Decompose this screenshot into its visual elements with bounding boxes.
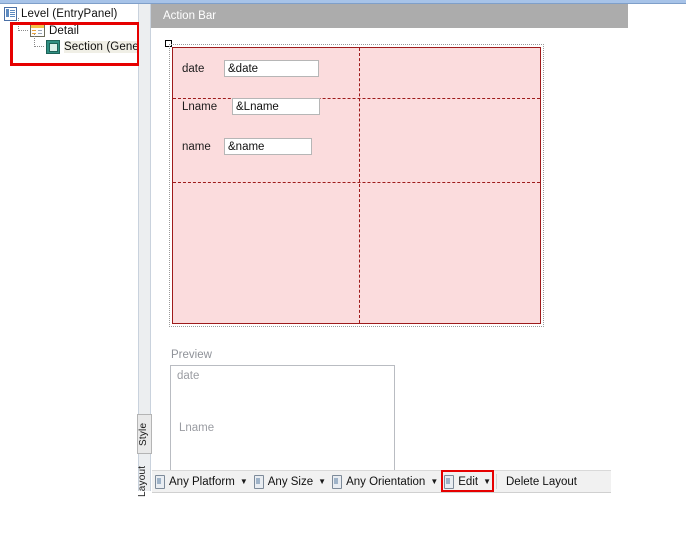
tab-layout[interactable]: Layout <box>137 459 152 503</box>
preview-panel: date Lname <box>170 365 395 476</box>
section-icon <box>46 39 60 54</box>
toolbar-item-label: Delete Layout <box>506 475 577 488</box>
tree-connector-icon <box>18 18 30 37</box>
field-value[interactable]: &name <box>224 138 312 155</box>
tree-node-label: Detail <box>49 24 80 37</box>
level-icon <box>4 6 17 21</box>
layout-grid-wrapper[interactable]: date &date Lname &Lname name &name <box>165 40 544 327</box>
field-label: Lname <box>182 100 218 113</box>
device-icon <box>253 474 264 489</box>
form-field-date[interactable]: date &date <box>182 60 319 77</box>
object-tree-panel: Level (EntryPanel) Detail Section (Gener… <box>0 4 150 491</box>
layout-grid-outer: date &date Lname &Lname name &name <box>169 44 544 327</box>
toolbar-any-orientation[interactable]: Any Orientation ▼ <box>329 472 441 491</box>
tree-node-label: Section (Genera <box>64 40 150 53</box>
chevron-down-icon[interactable]: ▼ <box>430 477 438 486</box>
layout-toolbar: Any Platform ▼ Any Size ▼ Any Orientatio… <box>152 470 611 493</box>
toolbar-delete-layout[interactable]: Delete Layout <box>499 472 580 491</box>
toolbar-edit[interactable]: Edit ▼ <box>441 470 494 492</box>
tree-node-level[interactable]: Level (EntryPanel) <box>4 6 117 21</box>
layout-editor-area: Action Bar date &date Lname &Lname name <box>151 4 686 491</box>
preview-item: Lname <box>179 422 215 434</box>
preview-item: date <box>177 370 200 382</box>
field-label: name <box>182 140 211 153</box>
toolbar-item-label: Edit <box>458 475 479 488</box>
grid-row-separator <box>173 182 540 183</box>
device-icon <box>332 474 343 489</box>
toolbar-any-platform[interactable]: Any Platform ▼ <box>152 472 251 491</box>
field-value[interactable]: &date <box>224 60 319 77</box>
action-bar[interactable]: Action Bar <box>151 4 628 28</box>
tree-node-label: Level (EntryPanel) <box>21 7 118 20</box>
grid-column-separator <box>359 48 360 323</box>
toolbar-any-size[interactable]: Any Size ▼ <box>251 472 329 491</box>
chevron-down-icon[interactable]: ▼ <box>483 477 491 486</box>
preview-title: Preview <box>171 349 212 361</box>
device-icon <box>444 474 455 489</box>
tree-node-section[interactable]: Section (Genera <box>34 34 150 54</box>
form-field-lname[interactable]: Lname &Lname <box>182 98 320 115</box>
side-tab-strip: Style Layout <box>137 414 152 503</box>
field-value[interactable]: &Lname <box>232 98 320 115</box>
field-label: date <box>182 62 205 75</box>
action-bar-title: Action Bar <box>163 10 217 22</box>
detail-icon <box>30 24 45 37</box>
toolbar-item-label: Any Platform <box>169 475 235 488</box>
toolbar-item-label: Any Orientation <box>346 475 426 488</box>
toolbar-separator <box>496 474 497 489</box>
form-field-name[interactable]: name &name <box>182 138 312 155</box>
chevron-down-icon[interactable]: ▼ <box>318 477 326 486</box>
device-icon <box>155 474 165 489</box>
chevron-down-icon[interactable]: ▼ <box>240 477 248 486</box>
tab-style[interactable]: Style <box>137 414 152 454</box>
toolbar-item-label: Any Size <box>267 475 314 488</box>
layout-grid[interactable]: date &date Lname &Lname name &name <box>172 47 541 324</box>
tree-connector-icon <box>34 34 46 53</box>
tree-node-detail[interactable]: Detail <box>18 18 80 38</box>
